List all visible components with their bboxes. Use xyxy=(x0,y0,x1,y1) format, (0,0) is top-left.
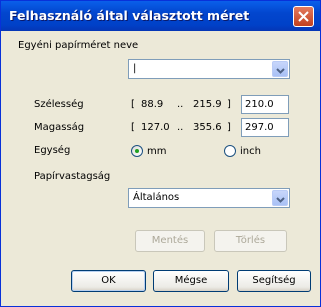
width-range-sep: .. xyxy=(177,99,184,110)
height-range-close: ] xyxy=(227,122,231,133)
paper-name-dropdown-button[interactable] xyxy=(272,61,288,77)
ok-button[interactable]: OK xyxy=(71,270,146,292)
unit-mm-radio[interactable] xyxy=(131,145,143,157)
width-min: 88.9 xyxy=(141,99,164,110)
height-label: Magasság xyxy=(34,122,85,133)
unit-label: Egység xyxy=(34,145,71,156)
thickness-dropdown-button[interactable] xyxy=(272,190,288,206)
dialog-window: Felhasználó által választott méret Egyén… xyxy=(0,0,321,307)
paper-name-label: Egyéni papírméret neve xyxy=(18,40,139,51)
width-label: Szélesség xyxy=(34,99,84,110)
save-button[interactable]: Mentés xyxy=(135,230,205,252)
width-value: 210.0 xyxy=(245,99,274,110)
title-bar: Felhasználó által választott méret xyxy=(1,1,320,31)
help-button[interactable]: Segítség xyxy=(237,270,311,292)
width-input[interactable]: 210.0 xyxy=(241,95,289,114)
height-range-sep: .. xyxy=(177,122,184,133)
height-input[interactable]: 297.0 xyxy=(241,118,289,137)
width-range-close: ] xyxy=(227,99,231,110)
thickness-label: Papírvastagság xyxy=(34,171,111,182)
height-value: 297.0 xyxy=(245,122,274,133)
height-range-open: [ xyxy=(131,122,135,133)
thickness-value: Általános xyxy=(133,192,180,203)
width-max: 215.9 xyxy=(193,99,222,110)
height-max: 355.6 xyxy=(193,122,222,133)
cancel-button[interactable]: Mégse xyxy=(153,270,229,292)
unit-inch-label[interactable]: inch xyxy=(240,146,261,157)
window-title: Felhasználó által választott méret xyxy=(9,8,250,23)
paper-name-value: | xyxy=(133,63,137,74)
close-button[interactable] xyxy=(293,6,314,27)
height-min: 127.0 xyxy=(141,122,170,133)
width-range-open: [ xyxy=(131,99,135,110)
chevron-down-icon xyxy=(276,197,285,203)
paper-name-combobox[interactable]: | xyxy=(128,59,290,79)
close-icon xyxy=(298,11,309,22)
unit-inch-radio[interactable] xyxy=(224,145,236,157)
unit-mm-label[interactable]: mm xyxy=(147,146,166,157)
thickness-combobox[interactable]: Általános xyxy=(128,188,290,208)
delete-button[interactable]: Törlés xyxy=(214,230,287,252)
radio-selected-dot xyxy=(135,149,139,153)
chevron-down-icon xyxy=(276,68,285,74)
